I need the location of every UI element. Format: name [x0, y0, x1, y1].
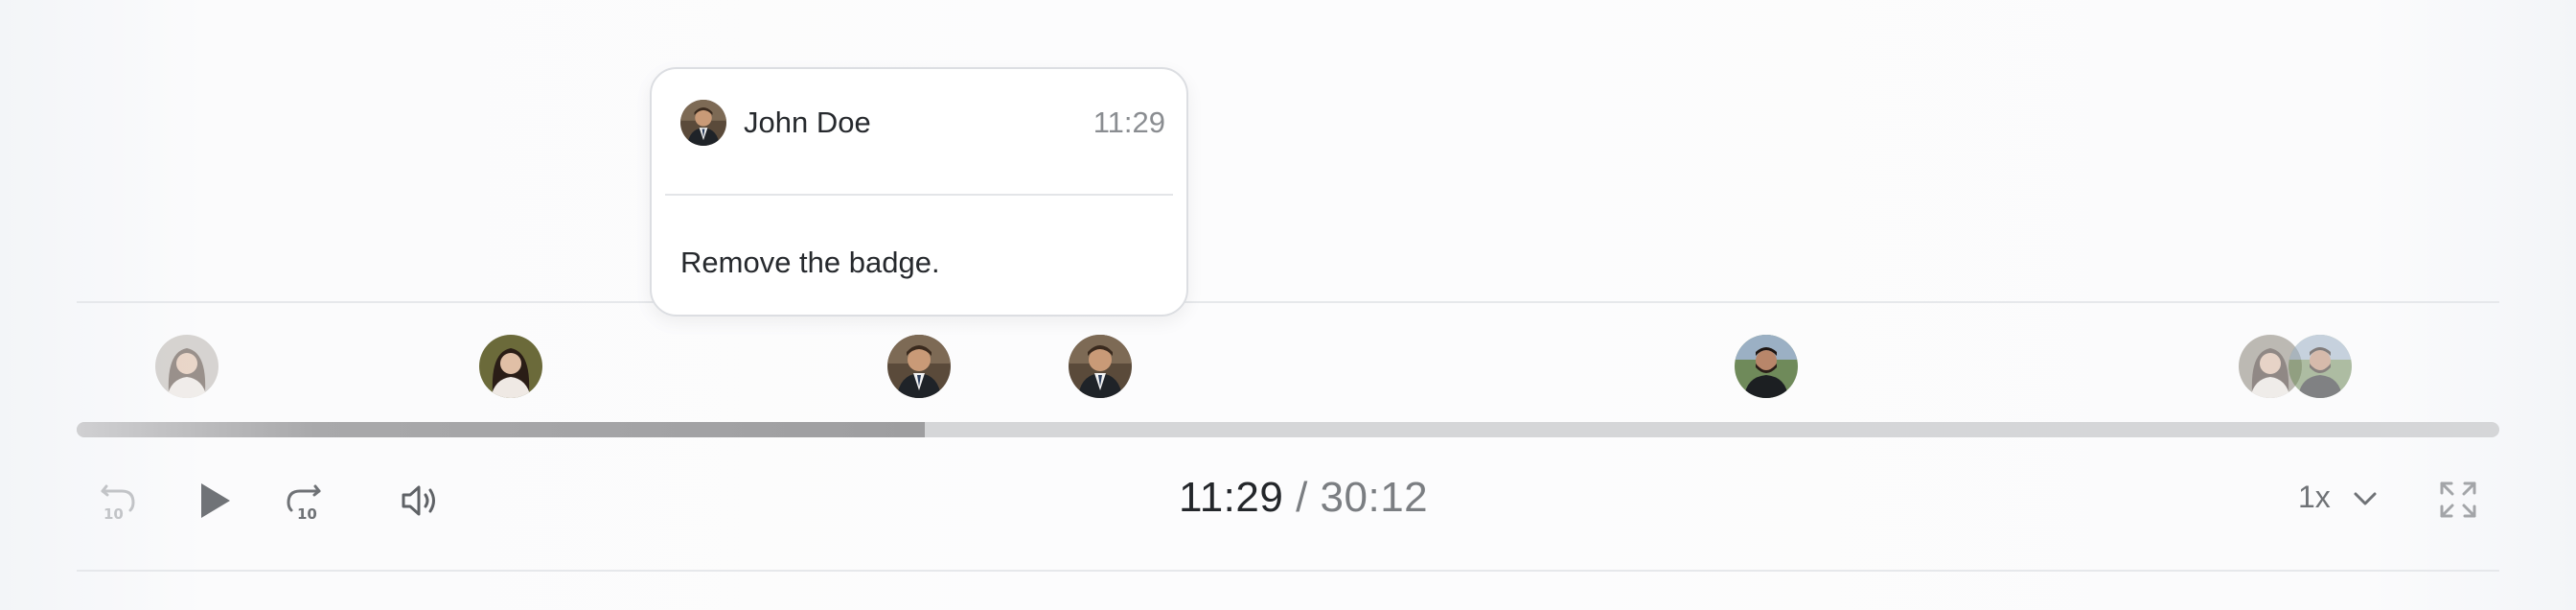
rewind-10-icon: 10 — [101, 484, 135, 523]
duration: 30:12 — [1320, 474, 1429, 521]
play-button[interactable] — [188, 474, 242, 528]
progress-bar[interactable] — [77, 422, 2499, 437]
fullscreen-button[interactable] — [2434, 476, 2482, 524]
divider — [77, 301, 2499, 303]
timeline-marker-woman[interactable] — [479, 335, 542, 398]
timeline-marker-man[interactable] — [2288, 335, 2352, 398]
play-icon — [201, 483, 230, 518]
video-player: John Doe 11:29 Remove the badge. 10 10 1… — [0, 0, 2576, 610]
volume-icon — [402, 485, 435, 516]
forward-10-button[interactable]: 10 — [278, 476, 328, 526]
timeline-marker-woman[interactable] — [155, 335, 218, 398]
chevron-down-icon — [2354, 492, 2377, 505]
fullscreen-icon — [2440, 481, 2476, 518]
volume-button[interactable] — [395, 476, 445, 526]
svg-text:10: 10 — [297, 505, 317, 523]
popover-divider — [665, 194, 1173, 196]
timeline-marker-man[interactable] — [1735, 335, 1798, 398]
speed-menu-toggle[interactable] — [2346, 481, 2384, 516]
timeline-marker-john-doe[interactable] — [887, 335, 951, 398]
avatar — [680, 100, 726, 146]
current-time: 11:29 — [1179, 474, 1284, 521]
comment-timestamp[interactable]: 11:29 — [1093, 106, 1165, 140]
playback-speed[interactable]: 1x — [2298, 480, 2331, 515]
comment-popover: John Doe 11:29 Remove the badge. — [650, 67, 1188, 317]
comment-text: Remove the badge. — [680, 246, 940, 279]
comment-author: John Doe — [744, 106, 871, 139]
rewind-10-button[interactable]: 10 — [94, 476, 144, 526]
time-display: 11:29 / 30:12 — [1179, 474, 1428, 522]
timeline-marker-john-doe[interactable] — [1069, 335, 1132, 398]
time-separator: / — [1296, 474, 1308, 521]
svg-text:10: 10 — [104, 505, 124, 523]
progress-fill — [77, 422, 925, 437]
forward-10-icon: 10 — [287, 484, 321, 523]
divider — [77, 570, 2499, 572]
